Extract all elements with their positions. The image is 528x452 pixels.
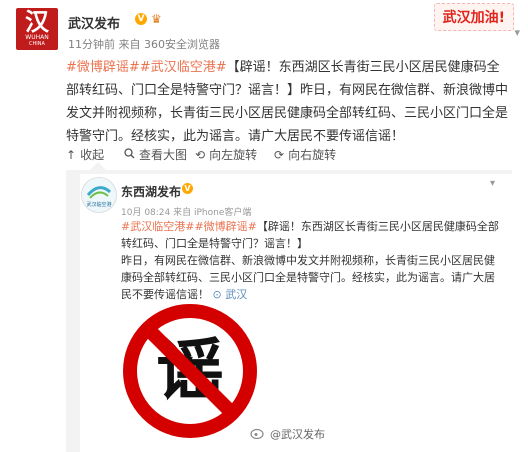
verified-icon: V [182,183,193,194]
watermark-text: @武汉发布 [270,428,325,441]
rotate-right-button[interactable]: ⟳ 向右旋转 [274,146,336,163]
repost-author-name[interactable]: 东西湖发布 [121,183,181,200]
rotate-right-icon: ⟳ [274,147,285,162]
post-meta: 11分钟前 来自 360安全浏览器 [68,38,220,51]
chevron-down-icon[interactable]: ▾ [514,26,520,39]
hashtag-link[interactable]: #武汉临空港# [140,60,227,75]
repost-text: #武汉临空港##微博辟谣#【辟谣！东西湖区长青街三民小区居民健康码全部转红码、门… [121,218,505,303]
cheer-banner: 武汉加油! [433,3,514,31]
card-pointer [90,162,106,170]
repost-meta: 10月 08:24 来自 iPhone客户端 [121,208,252,218]
location-link[interactable]: ⊙ 武汉 [213,288,248,301]
vip-crown-icon: ♛ [151,12,162,26]
post-text: #微博辟谣##武汉临空港#【辟谣！东西湖区长青街三民小区居民健康码全部转红码、门… [66,56,512,148]
search-icon [124,147,135,162]
no-rumor-image[interactable]: 谣 [121,302,259,440]
collect-button[interactable]: ↑ 收起 [66,146,104,163]
location-label: 武汉 [225,288,248,301]
verified-icon: V [135,13,147,25]
hashtag-link[interactable]: #微博辟谣# [194,220,256,233]
rotate-right-label: 向右旋转 [288,148,337,162]
image-watermark: @武汉发布 [250,426,325,442]
collect-label: 收起 [80,148,105,162]
avatar-logo-glyph: 汉 [25,8,49,36]
weibo-logo-icon [250,427,266,442]
author-name[interactable]: 武汉发布 [68,13,120,32]
repost-author-avatar[interactable]: 武汉临空港 [81,177,117,213]
hashtag-link[interactable]: #微博辟谣# [66,60,140,75]
chevron-down-icon[interactable]: ▾ [490,178,495,189]
repost-body: 昨日，有网民在微信群、新浪微博中发文并附视频称，长青街三民小区居民健康码全部转红… [121,254,495,301]
view-large-button[interactable]: 查看大图 [124,146,187,163]
rotate-left-button[interactable]: ⟲ 向左旋转 [195,146,257,163]
collapse-icon: ↑ [66,147,77,162]
hashtag-link[interactable]: #武汉临空港# [121,220,194,233]
rotate-left-icon: ⟲ [195,147,206,162]
rotate-left-label: 向左旋转 [209,148,258,162]
view-large-label: 查看大图 [139,148,188,162]
repost-avatar-text: 武汉临空港 [86,201,111,208]
avatar-logo-text-2: CHINA [29,41,45,47]
